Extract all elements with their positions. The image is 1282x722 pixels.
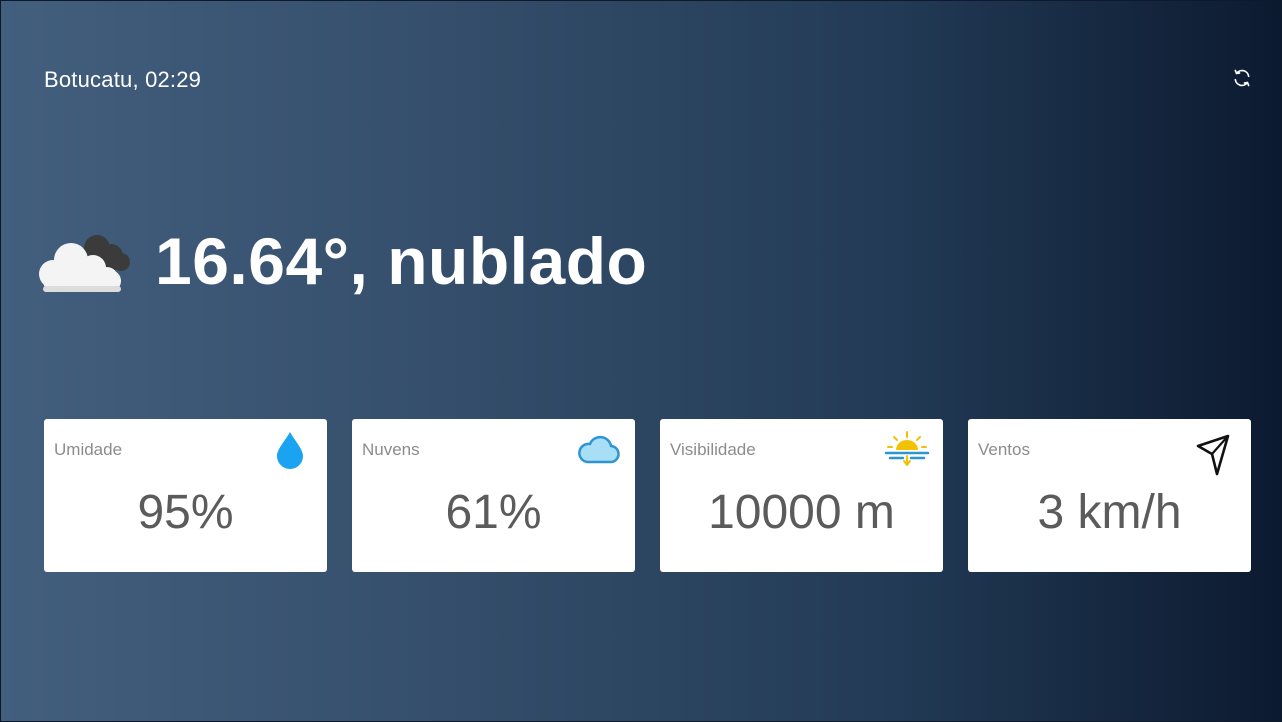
clouds-card: Nuvens 61% — [352, 419, 635, 572]
water-drop-icon — [277, 432, 303, 469]
clouds-label: Nuvens — [362, 440, 420, 459]
navigation-arrow-icon — [1196, 434, 1230, 476]
clouds-value: 61% — [445, 486, 542, 539]
visibility-card: Visibilidade 10000 m — [660, 419, 943, 572]
weather-screen: Botucatu, 02:29 16.64°, nublado Umidade … — [0, 0, 1282, 722]
visibility-value: 10000 m — [708, 486, 895, 539]
location-time: Botucatu, 02:29 — [44, 67, 202, 92]
humidity-card: Umidade 95% — [44, 419, 327, 572]
cloudy-icon — [39, 235, 130, 292]
wind-card: Ventos 3 km/h — [968, 419, 1251, 572]
wind-label: Ventos — [978, 440, 1030, 459]
visibility-label: Visibilidade — [670, 440, 756, 459]
cloud-icon — [578, 435, 620, 464]
current-summary: 16.64°, nublado — [155, 224, 648, 298]
sunset-icon — [884, 431, 930, 466]
refresh-icon — [1234, 69, 1250, 87]
humidity-value: 95% — [137, 486, 234, 539]
refresh-button[interactable] — [1230, 66, 1254, 90]
current-weather: 16.64°, nublado — [35, 221, 647, 301]
wind-value: 3 km/h — [1037, 486, 1182, 539]
humidity-label: Umidade — [54, 440, 123, 459]
